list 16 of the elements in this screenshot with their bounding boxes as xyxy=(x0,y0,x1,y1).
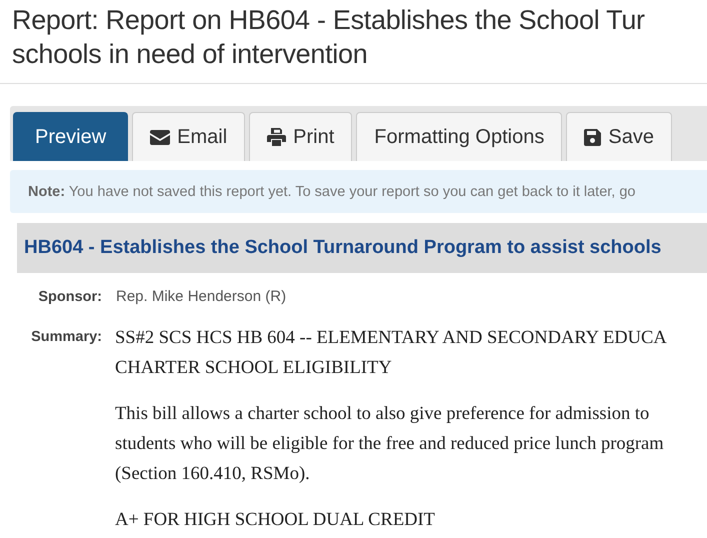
summary-paragraph: SS#2 SCS HCS HB 604 -- ELEMENTARY AND SECONDARY EDUCA CHARTER SCHOOL ELIGIBILITY xyxy=(115,327,668,380)
note-text: Note: You have not saved this report yet. To save your report so you can get back to it later, go xyxy=(28,184,636,200)
tab[interactable]: Formatting Options xyxy=(356,112,562,161)
tab[interactable]: Preview xyxy=(13,112,128,161)
field-label: Sponsor: xyxy=(37,288,102,305)
envelope-icon xyxy=(150,130,170,144)
sponsor-name: Rep. Mike Henderson (R) xyxy=(116,287,286,305)
printer-icon xyxy=(267,128,286,146)
summary-paragraph: This bill allows a charter school to also give preference for admission to students who will be eligible for the free and reduced price lunch program (Section 160.410, RSMo). xyxy=(115,403,665,486)
summary-paragraph: A+ FOR HIGH SCHOOL DUAL CREDIT xyxy=(115,509,436,532)
bill-heading: HB604 - Establishes the School Turnaround Program to assist schools xyxy=(17,223,707,273)
tab[interactable]: Email xyxy=(132,112,246,161)
tab[interactable]: Save xyxy=(566,112,672,161)
field-label: Summary: xyxy=(30,328,102,347)
tab[interactable]: Print xyxy=(249,112,352,161)
page-title: Report: Report on HB604 - Establishes the School Tur schools in need of intervention xyxy=(11,4,646,71)
